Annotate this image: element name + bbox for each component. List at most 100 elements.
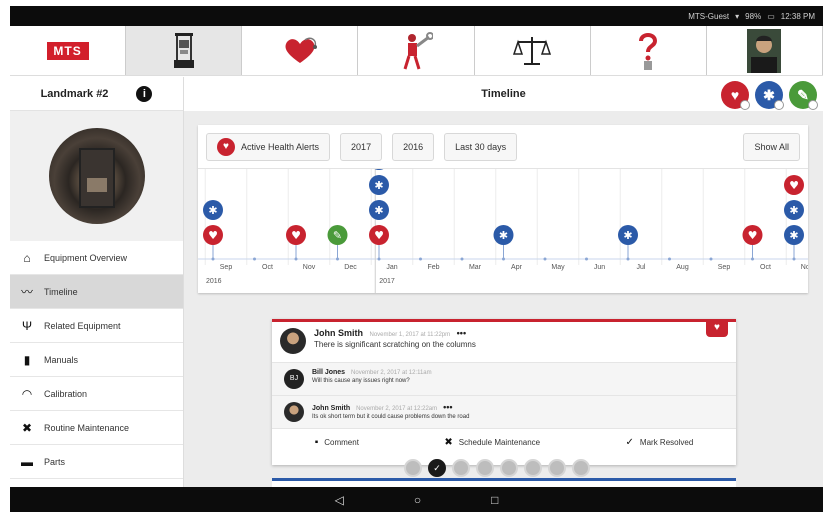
filter-2017[interactable]: 2017 (340, 132, 383, 161)
pager-dot[interactable] (452, 459, 470, 477)
tab-home[interactable]: MTS (10, 26, 127, 75)
health-alert-icon: ♥ (730, 87, 740, 103)
comment-actions: ▪ Comment ✖ Schedule Maintenance ✓ Mark … (272, 429, 736, 455)
tab-help[interactable] (591, 26, 707, 75)
home-icon[interactable]: ○ (414, 493, 421, 507)
month-tick (585, 257, 588, 261)
header-actions: ♥ ✱ ✎ (721, 81, 818, 110)
month-tick (709, 257, 713, 261)
back-icon[interactable]: ◁ (335, 493, 344, 507)
timeline-chart: Sep Oct Nov Dec Jan Feb Mar Apr May Jun Jul Aug Sep O… (198, 169, 808, 293)
wifi-icon: ▾ (735, 11, 740, 21)
mts-logo: MTS (46, 41, 89, 60)
pager-dot[interactable] (500, 459, 518, 477)
filter-2016[interactable]: 2016 (392, 132, 435, 161)
sidebar-item-routine-maintenance[interactable]: ✖ Routine Maintenance (10, 411, 183, 445)
timeline-event-maintenance[interactable]: ✱ (369, 200, 389, 220)
month-label: Jul (637, 264, 646, 271)
next-card-peek[interactable] (272, 478, 736, 487)
mark-resolved-button[interactable]: ✓ Mark Resolved (626, 437, 694, 448)
tab-health[interactable] (242, 26, 359, 75)
main-panel: Timeline ♥ ✱ ✎ ♥ Active Health Alerts 20… (184, 77, 823, 487)
reply-author-row: John Smith November 2, 2017 at 12:22am •… (312, 402, 469, 412)
tab-profile[interactable] (707, 26, 823, 75)
schedule-maintenance-button[interactable]: ✖ Schedule Maintenance (444, 437, 540, 448)
timeline-event-health[interactable]: ♥ (286, 225, 306, 245)
month-label: May (551, 264, 565, 271)
timeline-event-health[interactable]: ♥ (784, 175, 804, 195)
timeline-event-health[interactable]: ♥ (742, 225, 763, 245)
pager-dot[interactable] (572, 459, 590, 477)
sidebar-item-calibration[interactable]: ◠ Calibration (10, 377, 183, 411)
sidebar-header: Landmark #2 i (10, 77, 183, 111)
comment-text: There is significant scratching on the c… (314, 340, 476, 349)
note-icon: ✎ (333, 229, 342, 242)
month-label: Feb (427, 264, 439, 271)
pager-dot[interactable] (404, 459, 422, 477)
sidebar-item-timeline[interactable]: 〰 Timeline (10, 275, 183, 309)
reply-author: Bill Jones (312, 369, 346, 376)
sidebar-item-label: Manuals (44, 354, 79, 365)
pager-dot[interactable] (548, 459, 566, 477)
timeline-event-maintenance[interactable]: ✱ (618, 225, 638, 245)
equipment-title: Landmark #2 (40, 87, 109, 100)
avatar (284, 402, 304, 422)
more-options-icon[interactable]: ••• (457, 328, 466, 338)
pager-dot[interactable] (476, 459, 494, 477)
maintenance-icon: ✱ (208, 204, 217, 217)
month-label: Nov (801, 264, 808, 271)
month-tick (668, 257, 671, 261)
add-note-button[interactable]: ✎ (789, 81, 818, 110)
timeline-event-maintenance[interactable]: ✱ (203, 200, 223, 220)
question-person-icon (639, 32, 658, 70)
year-label: 2017 (379, 278, 395, 285)
home-icon: ⌂ (23, 250, 31, 265)
recents-icon[interactable]: □ (491, 493, 498, 507)
reply-text: Its ok short term but it could cause pro… (312, 414, 470, 420)
tab-equipment[interactable] (126, 26, 243, 75)
info-icon[interactable]: i (136, 85, 153, 102)
month-label: Jan (386, 264, 397, 271)
comment-card: ♥ John Smith November 1, 2017 at 11:22pm… (272, 319, 736, 465)
timeline-event-maintenance[interactable]: ✱ (784, 225, 804, 245)
sidebar-item-label: Equipment Overview (44, 252, 128, 263)
month-label: Sep (220, 264, 233, 271)
timeline-event-maintenance[interactable]: ✱ (369, 169, 389, 170)
timeline-icon: 〰 (20, 285, 33, 299)
month-label: Apr (511, 264, 523, 271)
heart-stethoscope-icon (285, 37, 317, 63)
month-label: Dec (344, 264, 357, 271)
timeline-event-note[interactable]: ✎ (327, 225, 348, 245)
health-alert-button[interactable]: ♥ (721, 81, 750, 110)
sidebar-item-equipment-overview[interactable]: ⌂ Equipment Overview (10, 241, 183, 275)
sidebar-item-manuals[interactable]: ▮ Manuals (10, 343, 183, 377)
pager-dot[interactable] (524, 459, 542, 477)
maintenance-marker (374, 169, 384, 170)
filter-active-health-alerts[interactable]: ♥ Active Health Alerts (206, 132, 331, 161)
more-options-icon[interactable]: ••• (443, 402, 452, 412)
show-all-button[interactable]: Show All (743, 133, 800, 161)
network-label: MTS-Guest (688, 11, 730, 21)
add-maintenance-button[interactable]: ✱ (755, 81, 784, 110)
sidebar-item-label: Related Equipment (44, 320, 121, 331)
timeline-event-maintenance[interactable]: ✱ (493, 225, 514, 245)
comment-button[interactable]: ▪ Comment (315, 437, 359, 448)
sidebar-item-label: Routine Maintenance (44, 422, 130, 433)
sidebar-item-label: Parts (44, 456, 66, 467)
month-tick (419, 257, 422, 261)
sidebar-item-related-equipment[interactable]: Ψ Related Equipment (10, 309, 183, 343)
timeline-event-maintenance[interactable]: ✱ (784, 200, 804, 220)
pager-dot[interactable]: ✓ (428, 459, 446, 477)
maintenance-icon: ✱ (623, 229, 632, 242)
filter-last-30-days[interactable]: Last 30 days (444, 132, 518, 161)
reply-author-row: Bill Jones November 2, 2017 at 12:11am (312, 369, 432, 376)
timeline-event-health[interactable]: ♥ (203, 225, 223, 245)
sidebar-item-parts[interactable]: ▬ Parts (10, 445, 183, 479)
tab-compliance[interactable] (475, 26, 591, 75)
android-nav-bar: ◁ ○ □ (10, 487, 823, 512)
timeline-event-health[interactable]: ♥ (369, 225, 389, 245)
tab-maintenance[interactable] (358, 26, 475, 75)
health-icon: ♥ (291, 229, 301, 242)
health-icon: ♥ (789, 179, 799, 192)
timeline-event-maintenance[interactable]: ✱ (369, 175, 389, 195)
